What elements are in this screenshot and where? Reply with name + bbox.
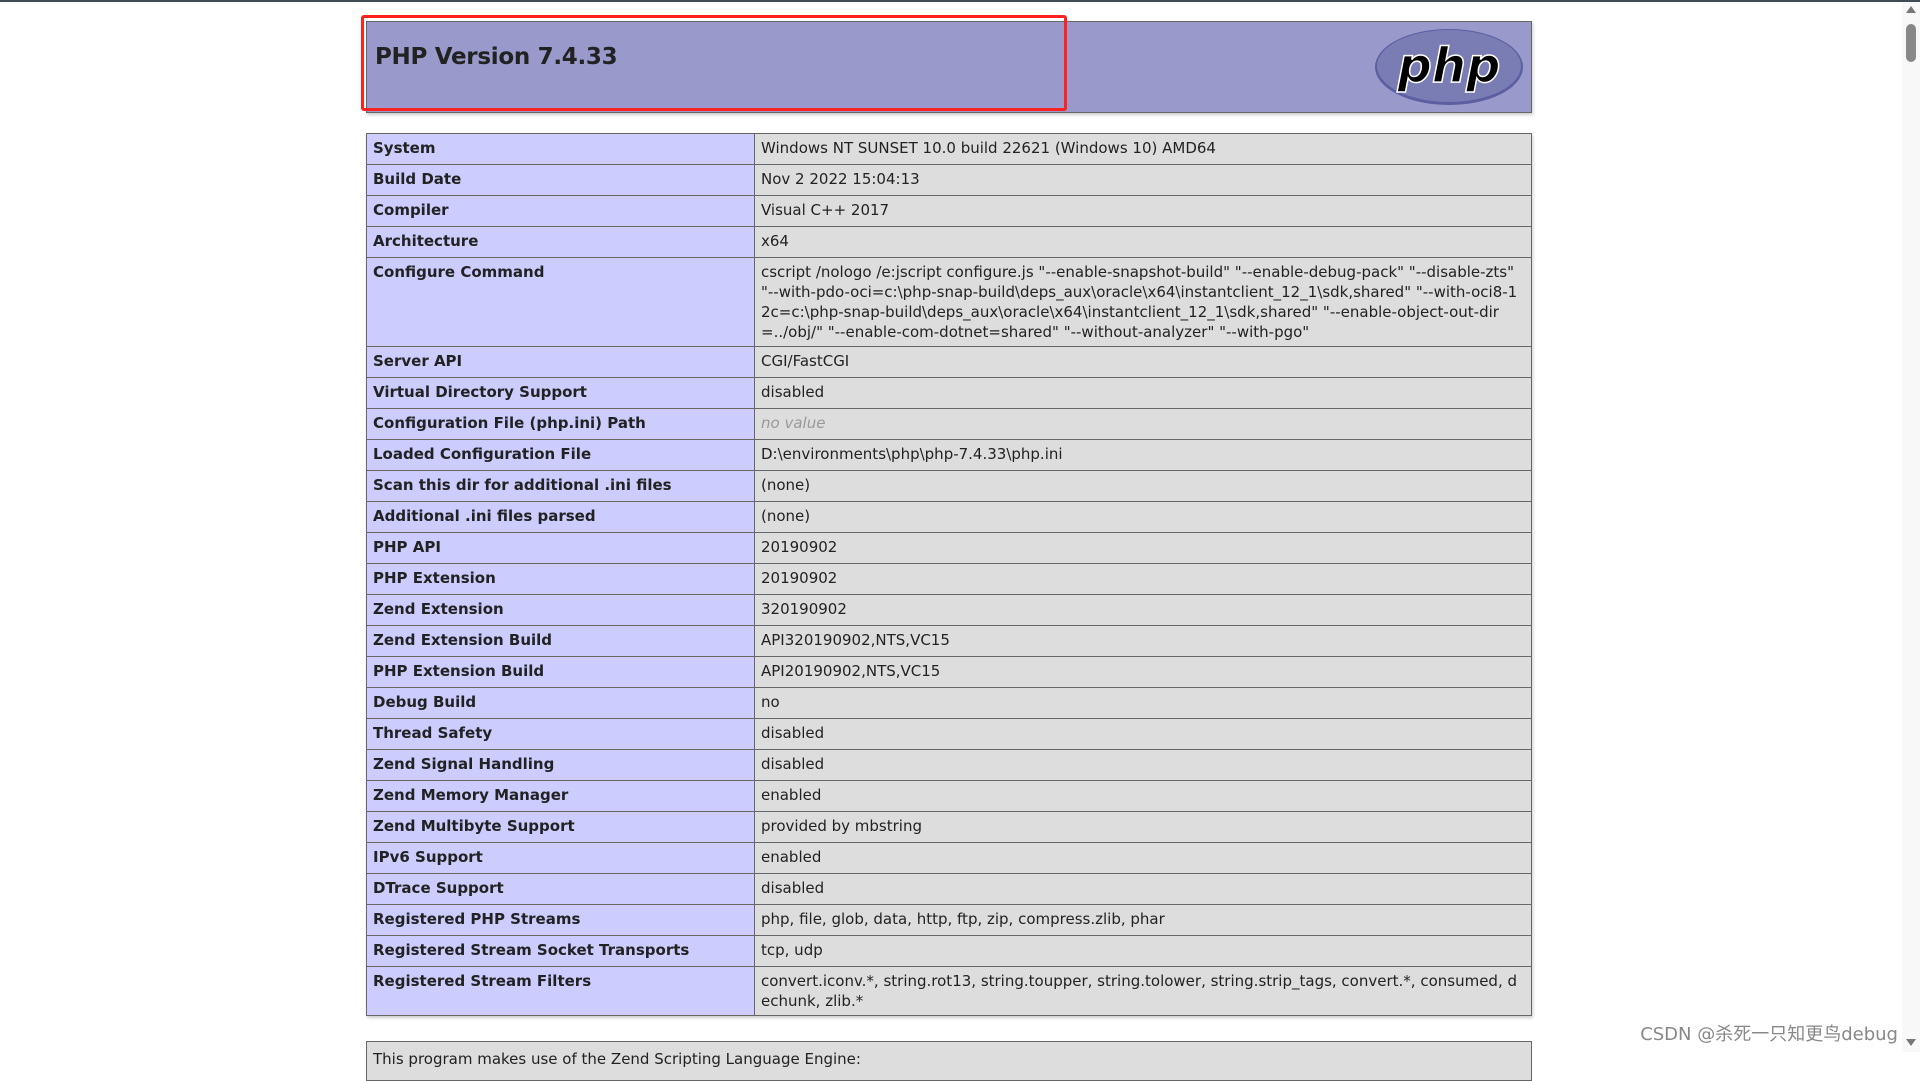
table-row: Thread Safetydisabled — [367, 719, 1532, 750]
scrollbar-thumb[interactable] — [1906, 24, 1916, 62]
row-value: disabled — [755, 378, 1532, 409]
scroll-down-arrow-icon[interactable] — [1906, 1039, 1916, 1046]
row-label: Registered Stream Socket Transports — [367, 936, 755, 967]
table-row: DTrace Supportdisabled — [367, 874, 1532, 905]
row-value: php, file, glob, data, http, ftp, zip, c… — [755, 905, 1532, 936]
zend-engine-section: This program makes use of the Zend Scrip… — [366, 1041, 1532, 1081]
table-row: Zend Extension320190902 — [367, 595, 1532, 626]
row-value: API320190902,NTS,VC15 — [755, 626, 1532, 657]
row-label: Build Date — [367, 165, 755, 196]
row-label: PHP Extension Build — [367, 657, 755, 688]
table-row: SystemWindows NT SUNSET 10.0 build 22621… — [367, 134, 1532, 165]
row-label: Zend Memory Manager — [367, 781, 755, 812]
row-value: tcp, udp — [755, 936, 1532, 967]
row-value: convert.iconv.*, string.rot13, string.to… — [755, 967, 1532, 1016]
table-row: PHP Extension20190902 — [367, 564, 1532, 595]
row-label: Configuration File (php.ini) Path — [367, 409, 755, 440]
php-info-table: SystemWindows NT SUNSET 10.0 build 22621… — [366, 133, 1532, 1016]
table-row: IPv6 Supportenabled — [367, 843, 1532, 874]
row-label: Configure Command — [367, 258, 755, 347]
table-row: Zend Signal Handlingdisabled — [367, 750, 1532, 781]
row-value: Nov 2 2022 15:04:13 — [755, 165, 1532, 196]
row-label: System — [367, 134, 755, 165]
row-label: Registered PHP Streams — [367, 905, 755, 936]
row-value: CGI/FastCGI — [755, 347, 1532, 378]
row-label: DTrace Support — [367, 874, 755, 905]
row-value: D:\environments\php\php-7.4.33\php.ini — [755, 440, 1532, 471]
table-row: Virtual Directory Supportdisabled — [367, 378, 1532, 409]
table-row: Registered Stream Socket Transportstcp, … — [367, 936, 1532, 967]
window-top-border — [0, 0, 1920, 2]
row-label: Server API — [367, 347, 755, 378]
table-row: Registered PHP Streamsphp, file, glob, d… — [367, 905, 1532, 936]
row-label: Virtual Directory Support — [367, 378, 755, 409]
row-value: cscript /nologo /e:jscript configure.js … — [755, 258, 1532, 347]
row-label: Zend Extension Build — [367, 626, 755, 657]
table-row: Additional .ini files parsed(none) — [367, 502, 1532, 533]
row-value: no value — [755, 409, 1532, 440]
row-value: 20190902 — [755, 564, 1532, 595]
table-row: Registered Stream Filtersconvert.iconv.*… — [367, 967, 1532, 1016]
table-row: PHP API20190902 — [367, 533, 1532, 564]
row-value: Visual C++ 2017 — [755, 196, 1532, 227]
table-row: Zend Multibyte Supportprovided by mbstri… — [367, 812, 1532, 843]
svg-text:php: php — [1397, 38, 1501, 94]
table-row: Zend Extension BuildAPI320190902,NTS,VC1… — [367, 626, 1532, 657]
table-row: Build DateNov 2 2022 15:04:13 — [367, 165, 1532, 196]
row-value: (none) — [755, 471, 1532, 502]
row-value: enabled — [755, 843, 1532, 874]
row-value: (none) — [755, 502, 1532, 533]
row-label: Zend Signal Handling — [367, 750, 755, 781]
row-value: 320190902 — [755, 595, 1532, 626]
row-label: Registered Stream Filters — [367, 967, 755, 1016]
row-label: PHP API — [367, 533, 755, 564]
watermark: CSDN @杀死一只知更鸟debug — [1640, 1020, 1898, 1046]
table-row: Configuration File (php.ini) Pathno valu… — [367, 409, 1532, 440]
row-label: Debug Build — [367, 688, 755, 719]
vertical-scrollbar[interactable] — [1902, 2, 1920, 1052]
row-label: Architecture — [367, 227, 755, 258]
table-row: Server APICGI/FastCGI — [367, 347, 1532, 378]
table-row: Zend Memory Managerenabled — [367, 781, 1532, 812]
row-value: enabled — [755, 781, 1532, 812]
table-row: Scan this dir for additional .ini files(… — [367, 471, 1532, 502]
row-value: 20190902 — [755, 533, 1532, 564]
table-row: Architecturex64 — [367, 227, 1532, 258]
scroll-up-arrow-icon[interactable] — [1906, 6, 1916, 13]
row-value: x64 — [755, 227, 1532, 258]
php-logo-icon: php — [1373, 27, 1525, 107]
table-row: Configure Commandcscript /nologo /e:jscr… — [367, 258, 1532, 347]
row-label: Compiler — [367, 196, 755, 227]
row-label: PHP Extension — [367, 564, 755, 595]
zend-engine-text: This program makes use of the Zend Scrip… — [373, 1050, 861, 1068]
row-value: no — [755, 688, 1532, 719]
table-row: Debug Buildno — [367, 688, 1532, 719]
table-row: CompilerVisual C++ 2017 — [367, 196, 1532, 227]
row-label: Scan this dir for additional .ini files — [367, 471, 755, 502]
highlight-box — [361, 15, 1067, 111]
row-label: Thread Safety — [367, 719, 755, 750]
row-label: IPv6 Support — [367, 843, 755, 874]
row-value: disabled — [755, 874, 1532, 905]
row-value: provided by mbstring — [755, 812, 1532, 843]
row-value: Windows NT SUNSET 10.0 build 22621 (Wind… — [755, 134, 1532, 165]
table-row: Loaded Configuration FileD:\environments… — [367, 440, 1532, 471]
row-value: disabled — [755, 750, 1532, 781]
row-label: Zend Multibyte Support — [367, 812, 755, 843]
row-label: Zend Extension — [367, 595, 755, 626]
row-label: Loaded Configuration File — [367, 440, 755, 471]
table-row: PHP Extension BuildAPI20190902,NTS,VC15 — [367, 657, 1532, 688]
row-value: disabled — [755, 719, 1532, 750]
row-label: Additional .ini files parsed — [367, 502, 755, 533]
row-value: API20190902,NTS,VC15 — [755, 657, 1532, 688]
